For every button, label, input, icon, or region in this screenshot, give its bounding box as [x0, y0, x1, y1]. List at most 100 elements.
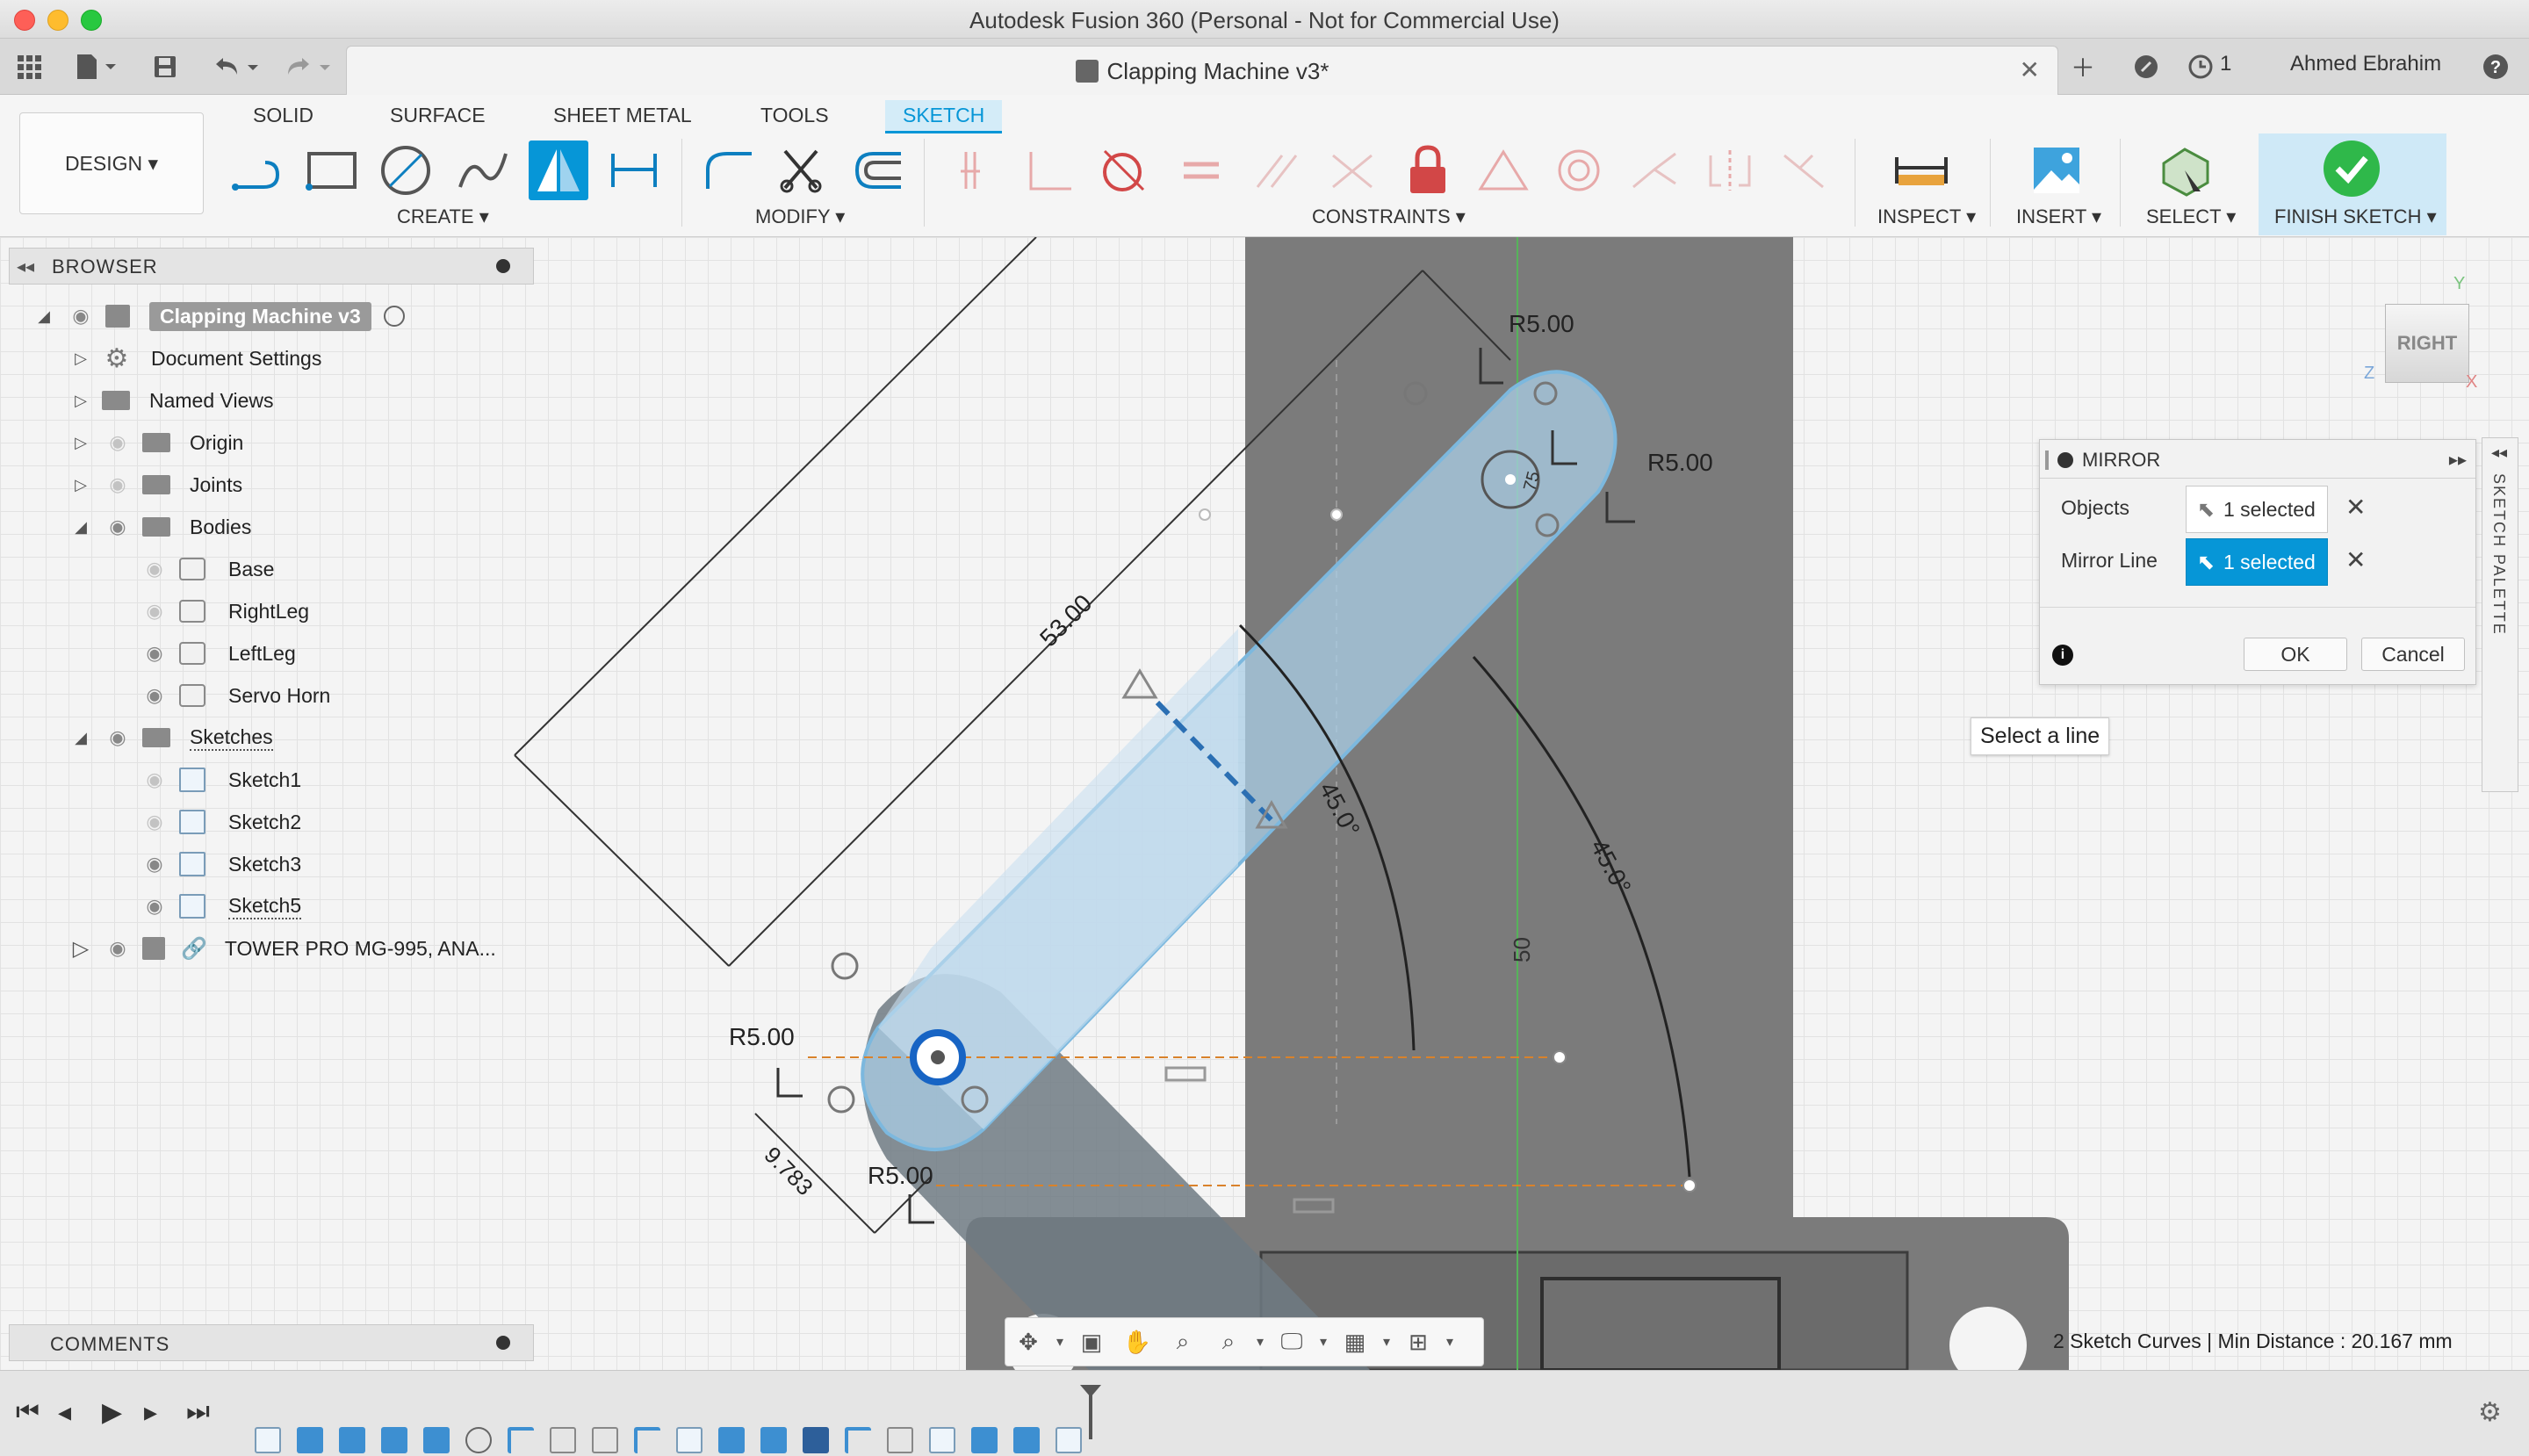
radius-dimension-right[interactable]: R5.00	[1647, 449, 1713, 476]
expand-triangle-icon[interactable]: ▷	[72, 434, 90, 452]
go-to-start-icon[interactable]: ⏮	[16, 1397, 40, 1427]
timeline-extrude-item[interactable]	[423, 1427, 450, 1453]
redo-icon[interactable]	[279, 51, 339, 83]
orbit-icon[interactable]: ✥	[1005, 1324, 1051, 1359]
circle-tool-icon[interactable]	[376, 141, 436, 200]
browser-item-sketch1[interactable]: ◉ Sketch1	[139, 760, 301, 799]
collinear-constraint-icon[interactable]	[1322, 141, 1382, 200]
fit-zoom-icon[interactable]: ⌕	[1206, 1324, 1251, 1359]
sketch-point[interactable]	[1553, 1050, 1567, 1064]
sketch-point[interactable]	[1682, 1178, 1697, 1193]
coincident-constraint-icon[interactable]	[945, 141, 1005, 200]
browser-item-sketch2[interactable]: ◉ Sketch2	[139, 803, 301, 841]
info-icon[interactable]: i	[2052, 645, 2073, 666]
fillet-tool-icon[interactable]	[699, 141, 759, 200]
expand-triangle-icon[interactable]: ▷	[72, 350, 90, 368]
collapse-triangle-icon[interactable]: ◢	[72, 518, 90, 537]
timeline-marker-handle[interactable]	[1080, 1385, 1101, 1397]
visibility-eye-icon[interactable]: ◉	[139, 600, 170, 623]
browser-root[interactable]: ◢ ◉ Clapping Machine v3	[35, 297, 405, 335]
add-comment-icon[interactable]	[496, 1336, 510, 1350]
timeline-sketch-item[interactable]	[676, 1427, 702, 1453]
length-dimension[interactable]: 53.00	[1034, 589, 1097, 652]
timeline-settings-gear-icon[interactable]: ⚙	[2478, 1397, 2502, 1428]
measure-tool-icon[interactable]	[1891, 141, 1951, 200]
browser-item-sketch5[interactable]: ◉ Sketch5	[139, 887, 302, 926]
timeline-extrude-item[interactable]	[297, 1427, 323, 1453]
timeline-joint-item[interactable]	[887, 1427, 913, 1453]
timeline-extrude-item[interactable]	[381, 1427, 407, 1453]
viewports-icon[interactable]: ⊞	[1395, 1324, 1441, 1359]
browser-item-sketches[interactable]: ◢ ◉ Sketches	[72, 718, 273, 757]
visibility-eye-icon[interactable]: ◉	[139, 768, 170, 791]
expand-palette-icon[interactable]: ◂◂	[2491, 443, 2507, 462]
undo-icon[interactable]	[207, 51, 267, 83]
save-icon[interactable]	[148, 51, 183, 83]
visibility-eye-icon[interactable]: ◉	[102, 431, 133, 454]
mirror-line-selection-field[interactable]: ⬉ 1 selected	[2186, 538, 2328, 586]
timeline-joint-item[interactable]	[550, 1427, 576, 1453]
tab-tools[interactable]: TOOLS	[743, 100, 847, 131]
parallel-constraint-icon[interactable]	[1247, 141, 1307, 200]
pan-hand-icon[interactable]: ✋	[1114, 1324, 1160, 1359]
document-tab[interactable]: Clapping Machine v3* ✕	[346, 46, 2058, 95]
pivot-center-top[interactable]	[1505, 474, 1516, 485]
job-status-icon[interactable]	[2185, 51, 2216, 83]
select-menu[interactable]: SELECT ▾	[2146, 205, 2236, 228]
create-menu[interactable]: CREATE ▾	[397, 205, 489, 228]
help-icon[interactable]: ?	[2480, 51, 2511, 83]
display-dropdown-icon[interactable]: ▾	[1315, 1324, 1332, 1359]
visibility-eye-icon[interactable]: ◉	[139, 684, 170, 707]
timeline-fillet-item[interactable]	[634, 1427, 660, 1453]
visibility-eye-icon[interactable]: ◉	[102, 726, 133, 749]
insert-menu[interactable]: INSERT ▾	[2016, 205, 2101, 228]
drag-handle-icon[interactable]	[2045, 450, 2049, 470]
height-dimension[interactable]: 50	[1509, 937, 1535, 962]
midpoint-constraint-icon[interactable]	[1473, 141, 1533, 200]
mirror-dialog-header[interactable]: MIRROR ▸▸	[2040, 440, 2475, 479]
fix-lock-icon[interactable]	[1398, 141, 1458, 200]
timeline-marker[interactable]	[1089, 1390, 1092, 1439]
step-forward-icon[interactable]: ▸	[144, 1397, 157, 1428]
expand-triangle-icon[interactable]: ▷	[72, 476, 90, 494]
tab-surface[interactable]: SURFACE	[372, 100, 503, 131]
timeline-sketch-item[interactable]	[1056, 1427, 1082, 1453]
radius-dimension-top[interactable]: R5.00	[1509, 310, 1574, 337]
inspect-menu[interactable]: INSPECT ▾	[1877, 205, 1976, 228]
new-tab-plus-icon[interactable]: ＋	[2065, 51, 2100, 83]
viewports-dropdown-icon[interactable]: ▾	[1441, 1324, 1459, 1359]
cancel-button[interactable]: Cancel	[2361, 638, 2465, 671]
visibility-eye-icon[interactable]: ◉	[102, 473, 133, 496]
browser-item-servo-horn[interactable]: ◉ Servo Horn	[139, 676, 330, 715]
expand-dialog-icon[interactable]: ▸▸	[2449, 449, 2467, 471]
radius-dimension-left[interactable]: R5.00	[729, 1023, 795, 1050]
timeline-extrude-item[interactable]	[760, 1427, 787, 1453]
radius-dimension-bottom[interactable]: R5.00	[868, 1162, 933, 1189]
sketch-point[interactable]	[1199, 508, 1211, 521]
offset-tool-icon[interactable]	[848, 141, 908, 200]
step-back-icon[interactable]: ◂	[58, 1397, 71, 1428]
insert-canvas-icon[interactable]	[2027, 141, 2086, 200]
expand-triangle-icon[interactable]: ▷	[72, 392, 90, 410]
timeline-joint-item[interactable]	[592, 1427, 618, 1453]
mirror-tool-icon[interactable]	[529, 141, 588, 200]
timeline-fillet-item[interactable]	[508, 1427, 534, 1453]
expand-triangle-icon[interactable]: ◢	[35, 307, 53, 326]
dimension-tool-icon[interactable]	[604, 141, 664, 200]
tangent-constraint-icon[interactable]	[1092, 141, 1152, 200]
grid-settings-icon[interactable]: ▦	[1332, 1324, 1378, 1359]
tab-solid[interactable]: SOLID	[235, 100, 331, 131]
collapse-browser-icon[interactable]: ◂◂	[17, 256, 34, 278]
go-to-end-icon[interactable]: ⏭	[186, 1397, 210, 1427]
comments-panel[interactable]: COMMENTS	[9, 1324, 534, 1361]
objects-selection-field[interactable]: ⬉ 1 selected	[2186, 486, 2328, 533]
trim-tool-icon[interactable]	[773, 141, 832, 200]
clear-mirror-line-icon[interactable]: ✕	[2345, 545, 2366, 574]
browser-item-rightleg[interactable]: ◉ RightLeg	[139, 592, 309, 631]
timeline-extrude-item[interactable]	[339, 1427, 365, 1453]
browser-item-linked-servo[interactable]: ▷ ◉ 🔗 TOWER PRO MG-995, ANA...	[72, 929, 496, 968]
ok-button[interactable]: OK	[2244, 638, 2347, 671]
select-tool-icon[interactable]	[2157, 141, 2216, 200]
tab-sheet-metal[interactable]: SHEET METAL	[536, 100, 710, 131]
equal-constraint-icon[interactable]	[1171, 141, 1231, 200]
